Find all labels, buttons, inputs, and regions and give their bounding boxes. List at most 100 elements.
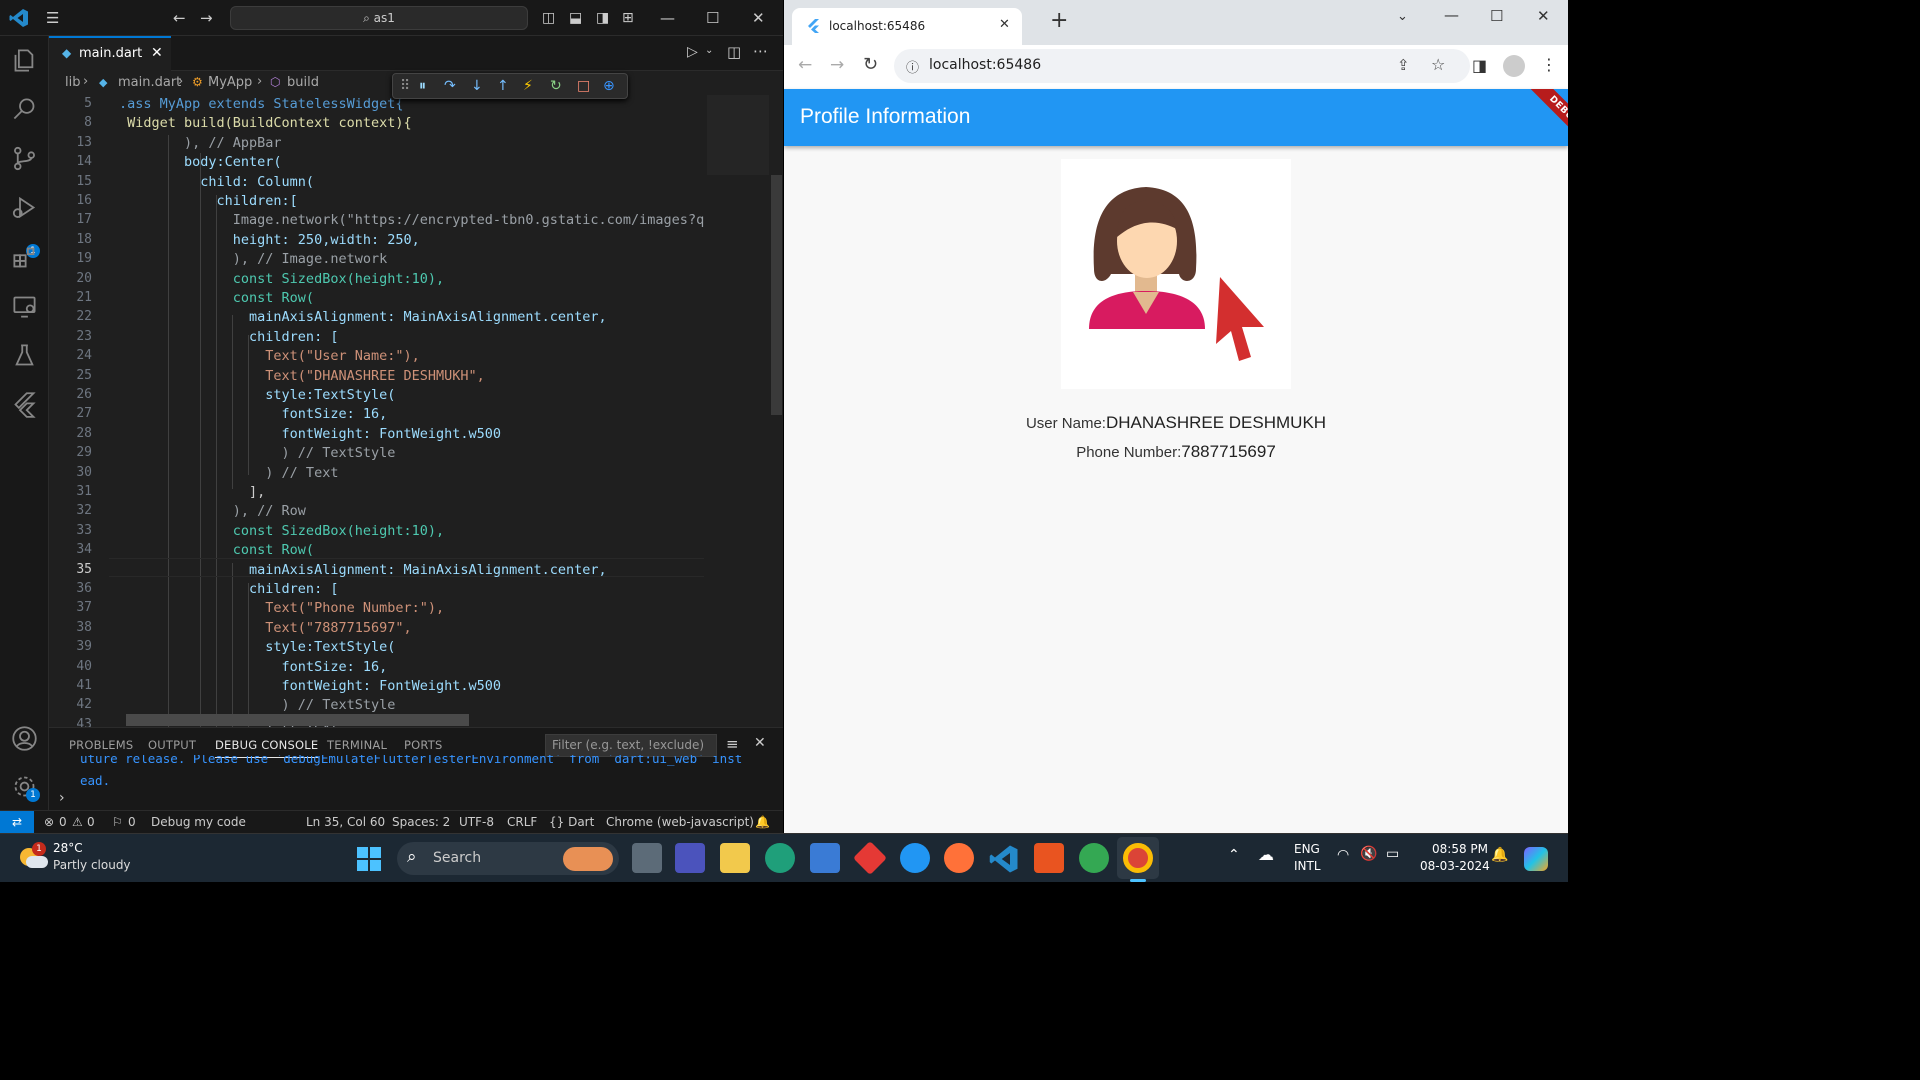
panel-tab[interactable]: PORTS [404,738,442,752]
debug-console-filter[interactable]: Filter (e.g. text, !exclude) [545,734,717,757]
vertical-scrollbar[interactable] [771,175,782,415]
split-editor-icon[interactable]: ◫ [727,43,741,61]
cursor-position[interactable]: Ln 35, Col 60 [306,815,385,829]
close-panel-icon[interactable]: ✕ [754,735,766,751]
url-text[interactable]: localhost:65486 [929,57,1041,73]
get-help-icon[interactable] [900,843,930,873]
customize-layout-icon[interactable]: ⊞ [622,0,634,36]
clear-console-icon[interactable]: ≡ [726,735,739,753]
edge-icon[interactable] [765,843,795,873]
share-icon[interactable]: ⇪ [1397,56,1410,74]
close-window-icon[interactable]: ✕ [1537,7,1550,25]
panel-tab[interactable]: TERMINAL [327,738,387,752]
toggle-sidebar-icon[interactable]: ◫ [542,0,555,36]
microsoft-store-icon[interactable] [810,843,840,873]
anydesk-icon[interactable] [853,841,887,875]
profile-avatar-icon[interactable] [1503,55,1525,77]
ports-count[interactable]: 0 [128,815,136,829]
maximize-icon[interactable]: ☐ [706,0,719,36]
warnings-icon[interactable]: ⚠ [72,815,83,829]
pause-icon[interactable]: ⏸ [419,78,426,94]
volume-muted-icon[interactable]: 🔇 [1360,846,1377,862]
flutter-icon[interactable] [11,391,38,418]
ports-icon[interactable]: ⚐ [112,815,123,829]
remote-explorer-icon[interactable] [11,293,38,320]
horizontal-scrollbar[interactable] [126,714,469,726]
firefox-icon[interactable] [944,843,974,873]
back-arrow-icon[interactable]: ← [173,0,186,36]
minimap-slider[interactable] [707,95,769,175]
keyboard-layout[interactable]: INTL [1294,859,1321,873]
weather-desc[interactable]: Partly cloudy [53,858,131,872]
close-tab-icon[interactable]: ✕ [999,17,1010,32]
breadcrumb-folder[interactable]: lib [65,75,80,90]
minimap[interactable] [704,95,774,727]
console-prompt-icon[interactable]: › [59,790,65,806]
copilot-icon[interactable] [1524,847,1548,871]
back-arrow-icon[interactable]: ← [798,55,812,75]
teams-icon[interactable] [675,843,705,873]
vscode-taskbar-icon[interactable] [989,844,1019,874]
run-icon[interactable]: ▷ [687,44,698,60]
errors-icon[interactable]: ⊗ [44,815,54,829]
errors-count[interactable]: 0 [59,815,67,829]
line-ending[interactable]: CRLF [507,815,537,829]
bookmark-star-icon[interactable]: ☆ [1431,55,1445,74]
panel-tab[interactable]: OUTPUT [148,738,196,752]
site-info-icon[interactable]: ⓘ [906,57,919,76]
indentation[interactable]: Spaces: 2 [392,815,450,829]
file-explorer-icon[interactable] [720,843,750,873]
chrome-icon[interactable] [1123,843,1153,873]
step-over-icon[interactable]: ↷ [444,78,456,94]
maximize-icon[interactable]: ☐ [1490,7,1503,25]
step-out-icon[interactable]: ↑ [497,78,509,94]
clock-time[interactable]: 08:58 PM [1432,842,1488,856]
battery-icon[interactable]: ▭ [1386,846,1399,862]
reload-icon[interactable]: ↻ [863,54,878,75]
taskbar-search[interactable]: ⌕ Search [397,842,619,875]
weather-widget[interactable]: 1 [18,842,48,870]
tab-search-icon[interactable]: ⌄ [1397,9,1408,24]
onedrive-cloud-icon[interactable]: ☁ [1258,845,1274,864]
toggle-secondary-sidebar-icon[interactable]: ◨ [596,0,609,36]
testing-icon[interactable] [11,342,38,369]
toggle-panel-icon[interactable]: ⬓ [569,0,582,36]
explorer-icon[interactable] [11,47,38,74]
code-editor[interactable]: 5 .ass MyApp extends StatelessWidget{8 Wi… [49,95,783,727]
breadcrumb-method[interactable]: build [287,75,319,90]
minimize-icon[interactable]: — [660,0,675,36]
command-center-search[interactable]: ⌕ as1 [230,6,528,30]
run-dropdown-icon[interactable]: ⌄ [705,45,713,56]
forward-arrow-icon[interactable]: → [830,55,844,75]
search-icon[interactable] [11,96,38,123]
flutter-device[interactable]: Chrome (web-javascript) [606,815,754,829]
menu-icon[interactable]: ☰ [46,0,59,36]
debug-config[interactable]: Debug my code [151,815,246,829]
notifications-bell-icon[interactable]: 🔔 [755,815,770,829]
chrome-profile-icon[interactable] [1079,843,1109,873]
source-control-icon[interactable] [11,145,38,172]
ubuntu-icon[interactable] [1034,843,1064,873]
run-debug-icon[interactable] [11,194,38,221]
panel-tab[interactable]: PROBLEMS [69,738,133,752]
language-mode[interactable]: {} Dart [549,815,594,829]
extensions-icon[interactable] [11,244,38,271]
step-into-icon[interactable]: ↓ [471,78,483,94]
more-actions-icon[interactable]: ⋯ [753,42,768,60]
show-hidden-icons-icon[interactable]: ⌃ [1228,847,1240,863]
close-window-icon[interactable]: ✕ [752,0,765,36]
close-tab-icon[interactable]: ✕ [151,45,163,61]
wifi-icon[interactable]: ◠ [1337,847,1349,863]
weather-temp[interactable]: 28°C [53,841,83,855]
side-panel-icon[interactable]: ◨ [1472,56,1487,75]
encoding[interactable]: UTF-8 [459,815,494,829]
task-view-icon[interactable] [632,843,662,873]
windows-start-icon[interactable] [357,847,381,871]
hot-reload-icon[interactable]: ⚡ [523,78,533,94]
chrome-menu-icon[interactable]: ⋮ [1541,55,1557,74]
breadcrumb-class[interactable]: MyApp [208,75,252,90]
new-tab-icon[interactable]: + [1050,10,1068,32]
browser-tab[interactable]: localhost:65486 ✕ [792,8,1022,45]
minimize-icon[interactable]: — [1444,6,1459,24]
remote-indicator-icon[interactable]: ⇄ [0,811,34,833]
